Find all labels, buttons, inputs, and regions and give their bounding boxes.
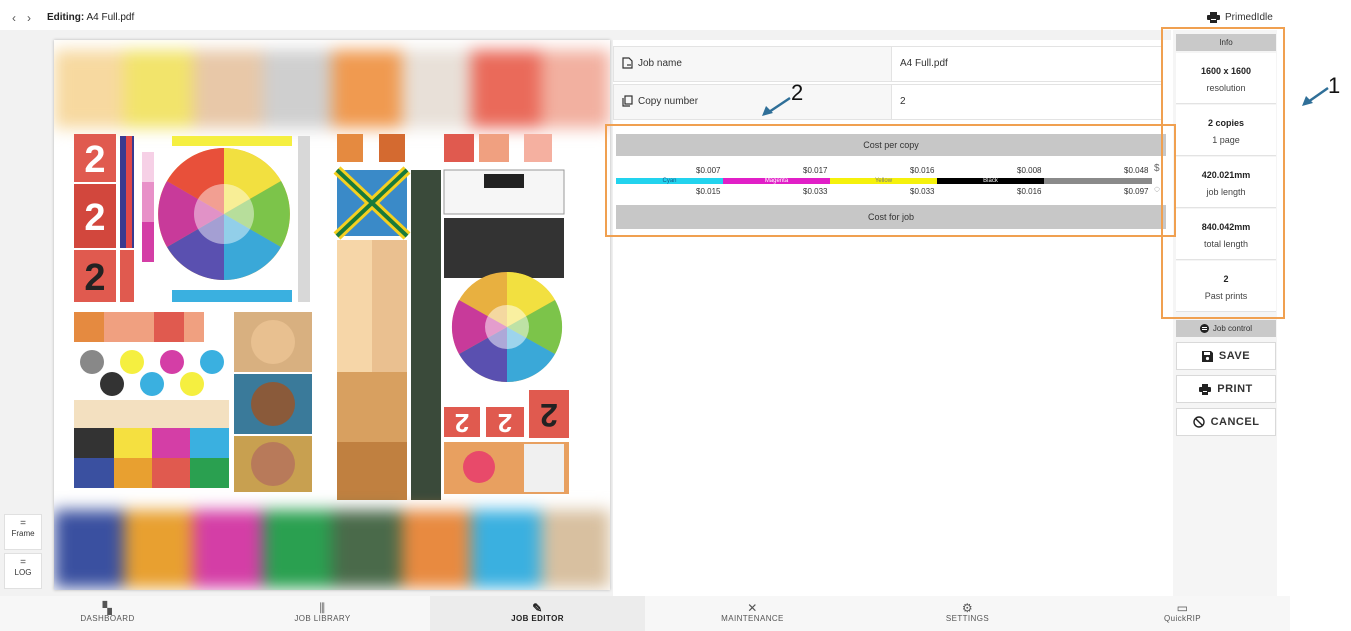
svg-text:2: 2 <box>540 397 558 433</box>
tab-job-library[interactable]: ⫼ JOB LIBRARY <box>215 596 430 631</box>
tab-maintenance-label: MAINTENANCE <box>721 614 784 623</box>
svg-text:2: 2 <box>84 197 105 239</box>
frame-button-label: Frame <box>11 529 35 538</box>
job-preview[interactable]: 2 2 2 2 2 2 <box>54 40 610 590</box>
title-file: A4 Full.pdf <box>86 12 135 23</box>
svg-text:2: 2 <box>455 408 469 438</box>
copy-number-row: Copy number 2 <box>613 84 1162 120</box>
frame-button[interactable]: = Frame <box>4 514 42 550</box>
top-bar: ‹ › Editing: A4 Full.pdf PrimedIdle <box>0 8 1290 30</box>
preview-blur-bottom <box>54 510 610 588</box>
svg-text:2: 2 <box>84 139 105 181</box>
annotation-arrow-2-icon <box>762 96 791 116</box>
printer-name: PrimedIdle <box>1225 12 1273 23</box>
library-icon: ⫼ <box>319 601 326 615</box>
save-button[interactable]: SAVE <box>1176 342 1276 370</box>
app-window: ‹ › Editing: A4 Full.pdf PrimedIdle = Fr… <box>0 0 1351 631</box>
gear-icon: ⚙ <box>961 601 974 615</box>
cancel-label: CANCEL <box>1210 416 1260 428</box>
tab-settings[interactable]: ⚙ SETTINGS <box>860 596 1075 631</box>
chevron-left-icon[interactable]: ‹ <box>12 11 16 25</box>
save-icon <box>1201 350 1213 362</box>
tab-maintenance[interactable]: ✕ MAINTENANCE <box>645 596 860 631</box>
annotation-number-2: 2 <box>791 80 804 105</box>
page-title: Editing: A4 Full.pdf <box>47 12 134 23</box>
job-control-label: Job control <box>1212 324 1253 333</box>
annotation-arrow-1-icon <box>1302 86 1329 106</box>
menu-lines-icon: = <box>20 557 26 568</box>
job-name-label-wrap: Job name <box>622 57 682 69</box>
job-control-header: Job control <box>1176 320 1276 337</box>
copy-icon <box>622 95 633 107</box>
dashboard-icon: ▚ <box>102 601 113 615</box>
menu-lines-icon: = <box>20 518 26 529</box>
left-gutter <box>0 30 48 596</box>
printer-status[interactable]: PrimedIdle <box>1207 12 1273 23</box>
printer-icon <box>1207 12 1220 23</box>
tab-job-editor[interactable]: ✎ JOB EDITOR <box>430 596 645 631</box>
list-circle-icon <box>1199 324 1209 333</box>
tab-settings-label: SETTINGS <box>945 614 990 623</box>
log-button[interactable]: = LOG <box>4 553 42 589</box>
job-name-label: Job name <box>638 57 682 69</box>
job-name-row: Job name A4 Full.pdf <box>613 46 1162 82</box>
title-prefix: Editing: <box>47 12 85 23</box>
chevron-right-icon[interactable]: › <box>27 11 31 25</box>
preview-blur-top <box>54 50 610 128</box>
cancel-button[interactable]: CANCEL <box>1176 408 1276 436</box>
svg-text:2: 2 <box>84 257 105 299</box>
tab-quickrip[interactable]: ▭ QuickRIP <box>1075 596 1290 631</box>
tab-quickrip-label: QuickRIP <box>1164 614 1201 623</box>
annotation-box-2 <box>605 124 1176 237</box>
svg-text:2: 2 <box>498 408 512 438</box>
preview-artwork: 2 2 2 2 2 2 <box>74 134 569 500</box>
tab-job-editor-label: JOB EDITOR <box>511 614 564 623</box>
job-name-input[interactable]: A4 Full.pdf <box>891 47 1162 81</box>
copy-number-label: Copy number <box>638 95 699 107</box>
quickrip-icon: ▭ <box>1176 601 1189 615</box>
print-label: PRINT <box>1217 383 1253 395</box>
print-icon <box>1199 383 1212 395</box>
tab-job-library-label: JOB LIBRARY <box>294 614 351 623</box>
file-rename-icon <box>622 57 633 69</box>
pencil-icon: ✎ <box>532 601 543 615</box>
annotation-box-1 <box>1161 27 1285 319</box>
print-button[interactable]: PRINT <box>1176 375 1276 403</box>
save-label: SAVE <box>1218 350 1251 362</box>
cancel-icon <box>1192 416 1205 428</box>
tab-dashboard-label: DASHBOARD <box>80 614 135 623</box>
log-button-label: LOG <box>14 568 32 577</box>
copy-number-input[interactable]: 2 <box>891 85 1162 119</box>
tools-icon: ✕ <box>747 601 758 615</box>
tab-dashboard[interactable]: ▚ DASHBOARD <box>0 596 215 631</box>
bottom-navigation: ▚ DASHBOARD ⫼ JOB LIBRARY ✎ JOB EDITOR ✕… <box>0 596 1290 631</box>
copy-number-label-wrap: Copy number <box>622 95 698 107</box>
